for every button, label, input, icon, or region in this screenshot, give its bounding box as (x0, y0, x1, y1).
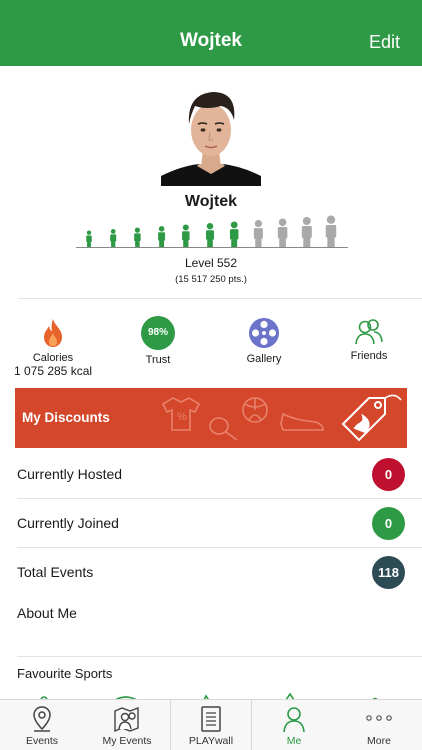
divider (17, 656, 422, 657)
tab-my-events-label: My Events (102, 735, 152, 747)
level-figure-achieved (229, 221, 239, 247)
points-text: (15 517 250 pts.) (175, 274, 247, 285)
level-figure-achieved (158, 226, 166, 247)
friends-icon (355, 319, 383, 345)
level-figure-achieved (206, 223, 214, 247)
bottom-tab-bar: Events My Events PLAYwall Me More (0, 699, 422, 750)
favourite-sports-heading: Favourite Sports (17, 666, 113, 681)
currently-joined-row[interactable]: Currently Joined 0 (17, 499, 407, 547)
total-events-row[interactable]: Total Events 118 (17, 548, 407, 596)
currently-joined-count-badge: 0 (372, 507, 405, 540)
trust-badge: 98% (141, 316, 175, 350)
about-me-heading: About Me (17, 605, 77, 621)
flame-icon (44, 319, 62, 347)
divider (18, 298, 422, 299)
map-pin-icon (33, 706, 51, 732)
my-discounts-banner[interactable]: % My Discounts (15, 388, 407, 448)
tab-me-label: Me (286, 735, 302, 747)
stats-row: Calories 1 075 285 kcal 98% Trust Galler… (0, 314, 422, 382)
level-baseline (76, 247, 348, 248)
level-figure-achieved (134, 227, 141, 247)
tab-more-label: More (367, 735, 391, 747)
tab-more[interactable]: More (336, 700, 422, 750)
currently-hosted-label: Currently Hosted (17, 466, 123, 482)
calories-label: Calories (32, 352, 74, 364)
currently-joined-label: Currently Joined (17, 515, 119, 531)
svg-text:%: % (177, 411, 187, 423)
friends-label: Friends (350, 350, 388, 362)
tab-my-events[interactable]: My Events (84, 700, 170, 750)
friends-stat[interactable]: Friends (330, 318, 408, 362)
total-events-label: Total Events (17, 564, 94, 580)
gallery-stat[interactable]: Gallery (226, 317, 302, 365)
calories-stat[interactable]: Calories 1 075 285 kcal (0, 318, 106, 378)
document-icon (201, 706, 221, 732)
top-navigation-bar: Wojtek Edit (0, 0, 422, 66)
trust-stat[interactable]: 98% Trust (122, 316, 194, 366)
currently-hosted-row[interactable]: Currently Hosted 0 (17, 450, 407, 498)
level-text: Level 552 (184, 256, 238, 270)
tab-events-label: Events (25, 735, 59, 747)
level-figure-locked (325, 215, 337, 247)
total-events-count-badge: 118 (372, 556, 405, 589)
currently-hosted-count-badge: 0 (372, 458, 405, 491)
person-icon (283, 707, 305, 733)
tab-events[interactable]: Events (0, 700, 84, 750)
level-figure-locked (301, 217, 312, 247)
level-figure-locked (277, 218, 288, 247)
level-figure-achieved (110, 229, 117, 247)
more-dots-icon (366, 715, 392, 721)
calories-value: 1 075 285 kcal (13, 364, 93, 378)
page-title: Wojtek (180, 30, 242, 51)
level-figure-achieved (182, 224, 190, 247)
tab-playwall-label: PLAYwall (188, 735, 234, 747)
tab-me[interactable]: Me (252, 700, 336, 750)
trust-label: Trust (145, 354, 171, 366)
level-figure-achieved (86, 230, 92, 247)
map-people-icon (114, 706, 139, 733)
gallery-label: Gallery (246, 353, 282, 365)
film-reel-icon (249, 318, 279, 348)
level-progress-figures (86, 215, 337, 247)
tab-playwall[interactable]: PLAYwall (170, 700, 252, 750)
edit-button[interactable]: Edit (369, 32, 400, 53)
profile-name: Wojtek (184, 193, 238, 210)
level-figure-locked (253, 220, 263, 247)
my-discounts-label: My Discounts (22, 410, 110, 425)
avatar[interactable] (161, 84, 261, 186)
